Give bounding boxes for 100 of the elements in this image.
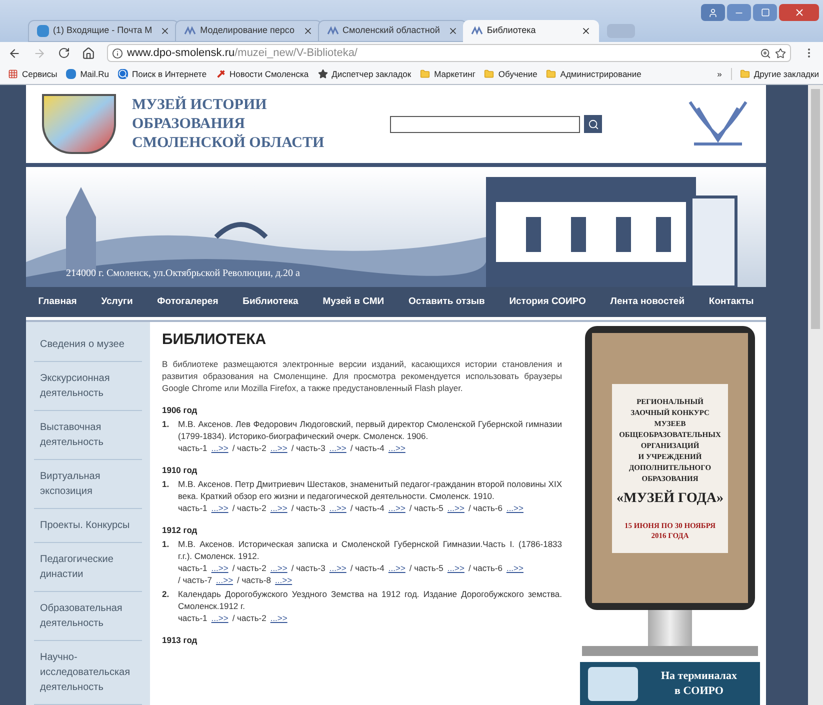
part-label: / часть-2 [232,562,266,574]
part-label: часть-1 [178,502,208,514]
close-window-button[interactable] [779,4,819,21]
part-link[interactable]: ...>> [506,502,524,514]
address-bar[interactable]: www.dpo-smolensk.ru/muzei_new/V-Biblioteka/ [107,44,791,62]
part-link[interactable]: ...>> [506,562,524,574]
part-link[interactable]: ...>> [211,562,228,574]
search-icon [118,69,128,79]
nav-link[interactable]: Лента новостей [610,294,685,310]
user-button[interactable] [701,4,725,21]
part-link[interactable]: ...>> [211,442,228,454]
part-label: / часть-6 [468,502,502,514]
part-label: / часть-3 [291,562,326,574]
pin-icon [216,69,226,79]
part-link[interactable]: ...>> [270,612,288,624]
tab-title: (1) Входящие - Почта М [53,24,152,38]
browser-tab[interactable]: Моделирование персо [175,20,322,42]
part-link[interactable]: ...>> [270,562,288,574]
part-link[interactable]: ...>> [447,502,464,514]
part-link[interactable]: ...>> [270,502,288,514]
bookmark-item[interactable]: Диспетчер закладок [318,68,412,80]
part-link[interactable]: ...>> [329,562,346,574]
close-icon [794,7,804,18]
close-icon[interactable] [448,26,458,36]
part-label: / часть-5 [409,502,444,514]
bookmark-item[interactable]: Маркетинг [420,68,476,80]
part-label: / часть-7 [178,574,212,586]
bookmark-item[interactable]: Другие закладки [730,68,819,80]
maximize-button[interactable] [753,4,777,21]
search-icon [588,118,599,130]
reload-icon[interactable] [58,47,70,59]
close-icon[interactable] [580,26,591,36]
close-icon[interactable] [302,26,313,36]
entry-number: 2. [162,588,170,601]
part-label: / часть-6 [468,562,502,574]
part-link[interactable]: ...>> [329,502,346,514]
terminal-kiosk-icon [588,667,638,701]
museum-title-line: ОБРАЗОВАНИЯ [132,114,246,134]
part-link[interactable]: ...>> [447,562,464,574]
year-heading: 1912 год [162,524,198,536]
browser-tab[interactable]: Библиотека [462,20,599,42]
bookmark-star-icon[interactable] [775,48,786,58]
part-link[interactable]: ...>> [388,442,406,454]
tab-title: Моделирование персо [200,24,295,38]
scrollbar[interactable] [808,85,823,705]
folder-icon [484,69,494,79]
maximize-icon [760,8,770,17]
sidebar-link[interactable]: Проекты. Конкурсы [34,509,142,543]
search-field[interactable] [390,116,580,132]
nav-link[interactable]: История СОИРО [509,294,586,310]
part-link[interactable]: ...>> [270,442,288,454]
bookmark-item[interactable]: Сервисы [8,68,58,80]
sidebar-link[interactable]: Виртуальная экспозиция [34,460,142,509]
bookmarks-overflow[interactable]: » [717,68,722,80]
part-link[interactable]: ...>> [388,562,406,574]
entry-number: 1. [162,478,170,491]
part-link[interactable]: ...>> [216,574,234,586]
zoom-icon[interactable] [760,48,771,58]
museum-title-line: МУЗЕЙ ИСТОРИИ [132,96,268,114]
sidebar-link[interactable]: Научно- исследовательская деятельность [34,641,142,705]
scrollbar-thumb[interactable] [811,89,820,329]
year-heading: 1910 год [162,464,198,476]
nav-link[interactable]: Библиотека [242,294,298,310]
bookmark-item[interactable]: Администрирование [546,68,642,80]
folder-icon [420,69,430,79]
part-label: / часть-2 [232,612,266,624]
sidebar-link[interactable]: Образовательная деятельность [34,592,142,641]
sidebar-link[interactable]: Выставочная деятельность [34,411,142,460]
sidebar-link[interactable]: Сведения о музее [34,328,142,362]
nav-link[interactable]: Музей в СМИ [322,294,384,310]
poster-headline: «МУЗЕЙ ГОДА» [616,489,724,508]
nav-link[interactable]: Контакты [708,294,754,310]
sidebar-link[interactable]: Педагогические династии [34,543,142,592]
entry-text: Календарь Дорогобужского Уездного Земства на 1912 год. Издание Дорогобужского земства. Смоленск.1912 г. [178,588,562,612]
browser-tab[interactable]: Смоленский областной [318,20,467,42]
nav-link[interactable]: Оставить отзыв [408,294,485,310]
part-link[interactable]: ...>> [275,574,292,586]
bookmark-item[interactable]: Обучение [484,68,538,80]
search-button[interactable] [584,115,602,133]
back-icon[interactable] [8,46,21,60]
part-link[interactable]: ...>> [211,502,228,514]
bookmark-item[interactable]: Поиск в Интернете [118,68,207,80]
bookmark-item[interactable]: Новости Смоленска [216,68,309,80]
entry-text: М.В. Аксенов. Историческая записка и Смоленской Губернской Гимназии.Часть I. (1786-1833 г.г.). Смоленск. 1912. [178,538,562,562]
browser-tab[interactable]: (1) Входящие - Почта М [28,20,180,42]
part-link[interactable]: ...>> [388,502,406,514]
part-link[interactable]: ...>> [329,442,346,454]
bookmark-item[interactable]: Mail.Ru [66,68,110,80]
folder-icon [740,69,750,79]
entry-text: М.В. Аксенов. Лев Федорович Людоговский, первый директор Смоленской Губернской гимназии (1799-1834). Историко-биографический очерк. Смоленск. 1906. [178,418,562,442]
nav-link[interactable]: Главная [38,294,77,310]
part-link[interactable]: ...>> [211,612,228,624]
nav-link[interactable]: Услуги [101,294,133,310]
home-icon[interactable] [82,46,95,60]
sidebar-link[interactable]: Экскурсионная деятельность [34,362,142,411]
tab-title: Смоленский областной [342,24,440,38]
nav-link[interactable]: Фотогалерея [157,294,218,310]
folder-icon [546,69,556,79]
tab-title: Библиотека [486,24,537,38]
close-icon[interactable] [160,26,170,36]
